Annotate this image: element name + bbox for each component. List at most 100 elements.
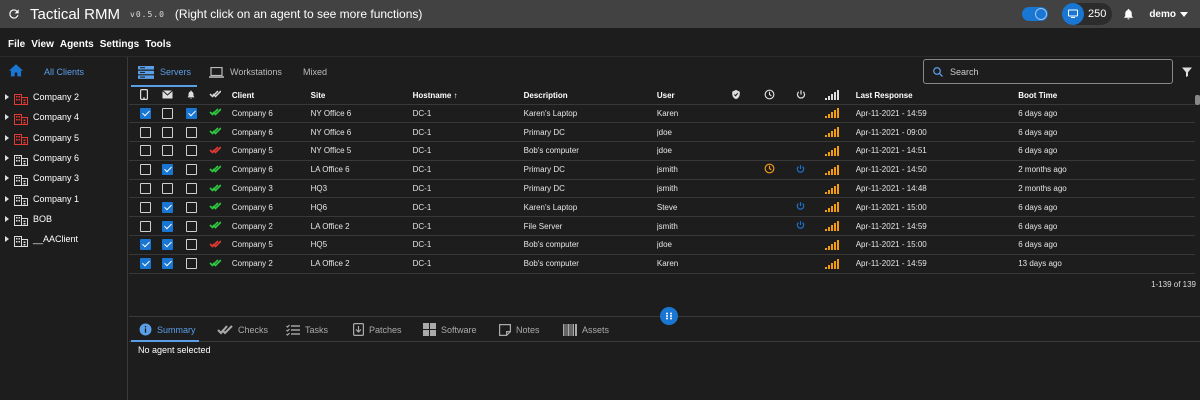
alert-cell[interactable]	[185, 254, 209, 274]
tree-client-item[interactable]: BOB	[0, 209, 127, 229]
menu-settings[interactable]: Settings	[100, 39, 139, 50]
col-description[interactable]: Description	[523, 87, 657, 105]
alert-cell[interactable]	[185, 216, 209, 237]
tab-checks[interactable]: Checks	[217, 317, 268, 342]
expand-arrow-icon[interactable]	[5, 94, 9, 101]
maintenance-cell[interactable]	[140, 197, 163, 218]
table-row[interactable]: Company 2 LA Office 2 DC-1 File Server jsmit…	[129, 216, 1195, 237]
power-icon[interactable]	[796, 87, 826, 105]
expand-arrow-icon[interactable]	[5, 114, 9, 121]
reboot-needed-icon[interactable]	[796, 201, 805, 211]
checkbox-unchecked[interactable]	[162, 107, 174, 119]
checkbox-unchecked[interactable]	[140, 164, 152, 176]
checkbox-checked[interactable]	[162, 201, 174, 213]
alert-cell[interactable]	[185, 197, 209, 218]
table-row[interactable]: Company 6 HQ6 DC-1 Karen's Laptop Steve Apr-1…	[129, 197, 1195, 218]
maintenance-cell[interactable]	[140, 254, 163, 274]
checkbox-unchecked[interactable]	[185, 201, 197, 213]
table-row[interactable]: Company 5 HQ5 DC-1 Bob's computer jdoe Apr-11…	[129, 235, 1195, 255]
email-cell[interactable]	[162, 197, 186, 218]
col-last-response[interactable]: Last Response	[855, 87, 1019, 105]
tree-client-item[interactable]: __AAClient	[0, 229, 127, 249]
alert-cell[interactable]	[185, 235, 209, 255]
alert-cell[interactable]	[185, 160, 209, 180]
pending-actions-icon[interactable]	[764, 163, 775, 174]
checkbox-checked[interactable]	[162, 164, 174, 176]
checkbox-unchecked[interactable]	[140, 201, 152, 213]
bell-icon[interactable]	[1122, 7, 1135, 21]
col-hostname[interactable]: Hostname ↑	[412, 87, 524, 105]
table-row[interactable]: Company 6 LA Office 6 DC-1 Primary DC jsmith…	[129, 160, 1195, 180]
tree-client-item[interactable]: Company 5	[0, 128, 127, 148]
email-alert-icon[interactable]	[162, 87, 186, 105]
tab-summary[interactable]: Summary	[139, 317, 196, 342]
expand-arrow-icon[interactable]	[5, 236, 9, 243]
agent-count-button[interactable]: 250	[1061, 3, 1113, 25]
email-cell[interactable]	[162, 254, 186, 274]
checkbox-checked[interactable]	[140, 239, 152, 251]
tab-mixed[interactable]: Mixed	[303, 57, 327, 87]
checkbox-unchecked[interactable]	[162, 183, 174, 195]
maintenance-cell[interactable]	[140, 216, 163, 237]
maintenance-cell[interactable]	[140, 179, 163, 199]
email-cell[interactable]	[162, 216, 186, 237]
table-row[interactable]: Company 2 LA Office 2 DC-1 Bob's computer Ka…	[129, 254, 1195, 274]
tab-servers[interactable]: Servers	[138, 57, 191, 87]
checkbox-unchecked[interactable]	[140, 145, 152, 157]
email-cell[interactable]	[162, 179, 186, 199]
filter-icon[interactable]	[1181, 65, 1193, 83]
tab-workstations[interactable]: Workstations	[209, 57, 282, 87]
checkbox-unchecked[interactable]	[162, 145, 174, 157]
tree-root-all-clients[interactable]: All Clients	[0, 57, 127, 87]
email-cell[interactable]	[162, 122, 186, 143]
tree-client-item[interactable]: Company 4	[0, 107, 127, 127]
tree-client-item[interactable]: Company 6	[0, 148, 127, 168]
email-cell[interactable]	[162, 235, 186, 255]
col-client[interactable]: Client	[231, 87, 311, 105]
menu-view[interactable]: View	[31, 39, 54, 50]
checkbox-unchecked[interactable]	[162, 126, 174, 138]
maintenance-cell[interactable]	[140, 104, 163, 124]
reboot-needed-icon[interactable]	[796, 220, 805, 230]
email-cell[interactable]	[162, 141, 186, 161]
maintenance-cell[interactable]	[140, 141, 163, 161]
col-boot-time[interactable]: Boot Time	[1018, 87, 1195, 105]
clock-icon[interactable]	[763, 87, 797, 105]
expand-arrow-icon[interactable]	[5, 195, 9, 202]
checkbox-unchecked[interactable]	[185, 258, 197, 270]
tree-client-item[interactable]: Company 2	[0, 87, 127, 107]
checkbox-unchecked[interactable]	[185, 145, 197, 157]
checkbox-unchecked[interactable]	[140, 126, 152, 138]
bell-alert-icon[interactable]	[185, 87, 209, 105]
alert-cell[interactable]	[185, 179, 209, 199]
table-row[interactable]: Company 3 HQ3 DC-1 Primary DC jsmith Apr-11-2…	[129, 179, 1195, 199]
checkbox-checked[interactable]	[140, 258, 152, 270]
maintenance-cell[interactable]	[140, 122, 163, 143]
search-input[interactable]: Search	[923, 59, 1173, 84]
tab-notes[interactable]: Notes	[499, 317, 540, 342]
tab-patches[interactable]: Patches	[353, 317, 402, 342]
tree-client-item[interactable]: Company 3	[0, 168, 127, 188]
table-row[interactable]: Company 6 NY Office 6 DC-1 Primary DC jdoe Ap…	[129, 122, 1195, 143]
menu-file[interactable]: File	[8, 39, 25, 50]
refresh-icon[interactable]	[2, 0, 26, 28]
col-site[interactable]: Site	[310, 87, 413, 105]
table-row[interactable]: Company 5 NY Office 5 DC-1 Bob's computer jd…	[129, 141, 1195, 161]
maintenance-mode-icon[interactable]	[140, 87, 163, 105]
checkbox-checked[interactable]	[162, 239, 174, 251]
maintenance-cell[interactable]	[140, 235, 163, 255]
alert-cell[interactable]	[185, 122, 209, 143]
checkbox-unchecked[interactable]	[185, 164, 197, 176]
signal-icon[interactable]	[825, 87, 856, 105]
reboot-needed-icon[interactable]	[796, 164, 805, 174]
checkbox-unchecked[interactable]	[185, 126, 197, 138]
checkbox-checked[interactable]	[162, 258, 174, 270]
shield-icon[interactable]	[730, 87, 764, 105]
menu-tools[interactable]: Tools	[145, 39, 171, 50]
tab-assets[interactable]: Assets	[563, 317, 609, 342]
expand-arrow-icon[interactable]	[5, 215, 9, 222]
email-cell[interactable]	[162, 104, 186, 124]
tab-software[interactable]: Software	[423, 317, 477, 342]
expand-arrow-icon[interactable]	[5, 175, 9, 182]
menu-agents[interactable]: Agents	[60, 39, 94, 50]
